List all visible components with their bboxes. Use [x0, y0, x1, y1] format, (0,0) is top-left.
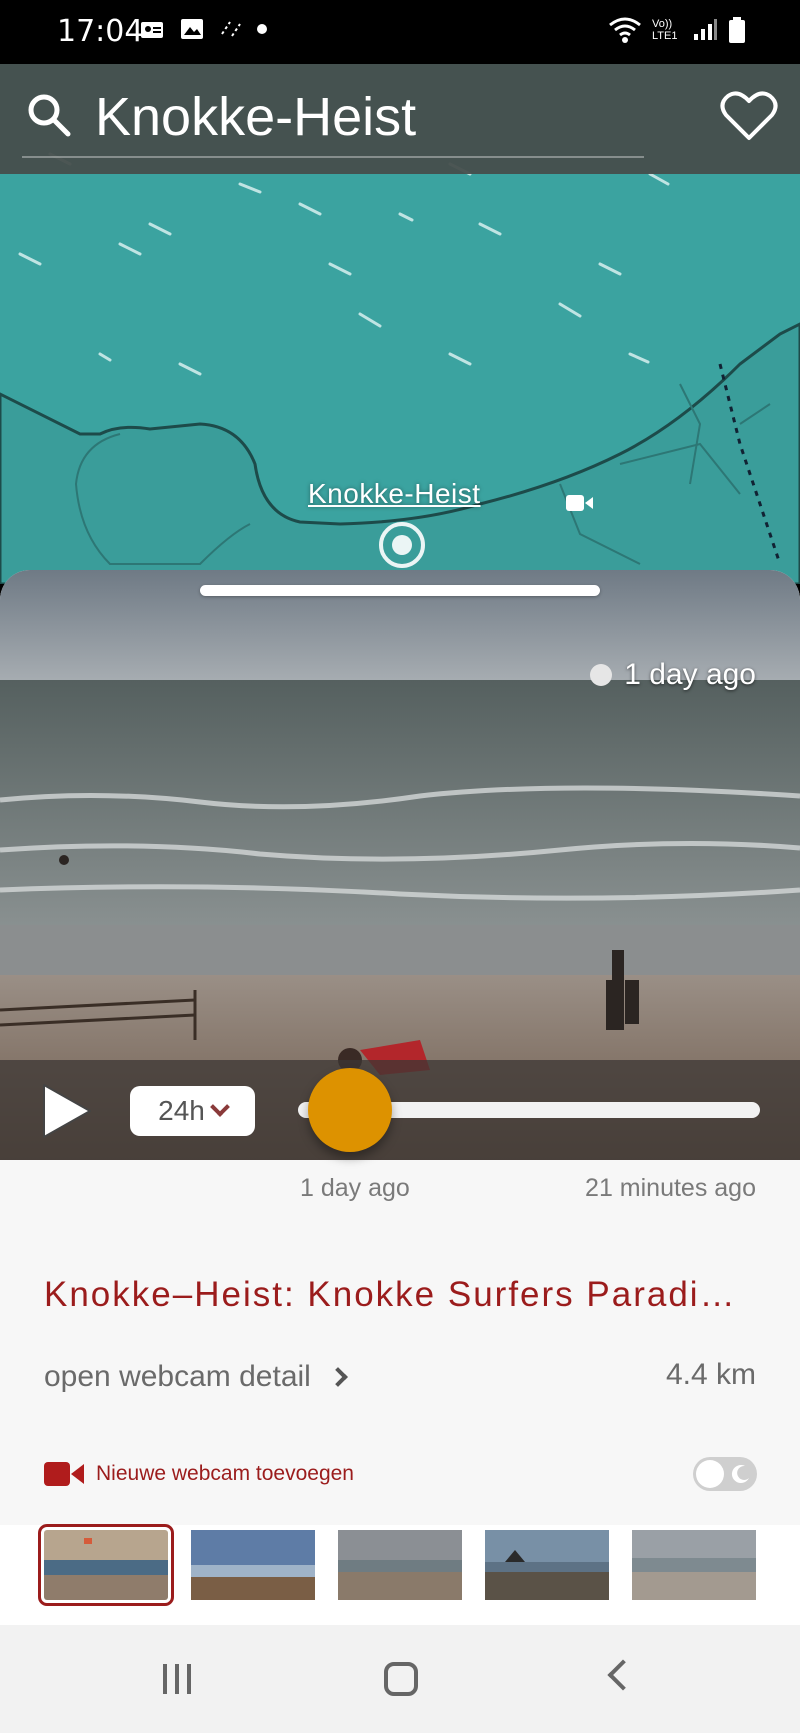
webcam-thumbnail[interactable]: [632, 1530, 756, 1600]
search-input[interactable]: Knokke-Heist: [95, 86, 416, 148]
signal-icon: [694, 19, 717, 40]
status-time: 17:04: [57, 14, 144, 49]
network-label: Vo)) LTE1: [652, 18, 678, 42]
home-icon[interactable]: [384, 1662, 418, 1696]
theme-toggle[interactable]: [693, 1457, 757, 1491]
distance-value: 4.4 km: [665, 1358, 756, 1391]
wifi-icon: [609, 17, 641, 43]
map-place-label[interactable]: Knokke-Heist: [308, 478, 481, 510]
heart-icon[interactable]: [720, 90, 778, 147]
time-range-select[interactable]: 24h: [130, 1086, 255, 1136]
sun-icon: [696, 1460, 724, 1488]
timeline-end-label: 21 minutes ago: [585, 1174, 756, 1202]
location-marker-icon[interactable]: [379, 522, 425, 568]
chevron-right-icon: [327, 1367, 348, 1387]
timeline-slider-thumb[interactable]: [308, 1068, 392, 1152]
gallery-icon: [181, 19, 203, 39]
webcam-thumbnail[interactable]: [191, 1530, 315, 1600]
image-timestamp: 1 day ago: [590, 658, 756, 692]
status-bar: 17:04 Vo)) LTE1: [0, 0, 800, 64]
detail-link-label: open webcam detail: [44, 1360, 311, 1393]
webcam-thumbnail[interactable]: [485, 1530, 609, 1600]
drag-handle[interactable]: [200, 585, 600, 596]
add-webcam-button[interactable]: Nieuwe webcam toevoegen: [44, 1460, 354, 1488]
moon-icon: [731, 1465, 749, 1484]
recent-apps-icon[interactable]: [160, 1662, 194, 1701]
timestamp-text: 1 day ago: [624, 658, 756, 691]
time-range-value: 24h: [158, 1095, 205, 1126]
notification-icons: [140, 18, 268, 40]
webcam-thumbnail[interactable]: [338, 1530, 462, 1600]
timeline-start-label: 1 day ago: [300, 1174, 410, 1202]
search-underline: [22, 156, 644, 158]
search-icon[interactable]: [26, 92, 72, 143]
chevron-down-icon: [209, 1097, 230, 1117]
webcam-thumbnail[interactable]: [38, 1524, 174, 1606]
sync-icon: [221, 21, 241, 37]
dot-icon: [257, 24, 267, 34]
battery-icon: [729, 17, 745, 43]
id-card-icon: [141, 22, 163, 38]
system-icons: Vo)) LTE1: [608, 16, 746, 44]
webcam-title[interactable]: Knokke–Heist: Knokke Surfers Paradi…: [44, 1275, 756, 1315]
video-camera-icon: [44, 1462, 84, 1486]
webcam-sheet: 1 day ago 24h 1 day ago 21 minutes ago K…: [0, 570, 800, 1625]
live-indicator-icon: [590, 664, 613, 686]
open-webcam-detail-link[interactable]: open webcam detail: [44, 1360, 348, 1394]
add-webcam-label: Nieuwe webcam toevoegen: [96, 1462, 354, 1485]
play-button[interactable]: [40, 1082, 94, 1145]
